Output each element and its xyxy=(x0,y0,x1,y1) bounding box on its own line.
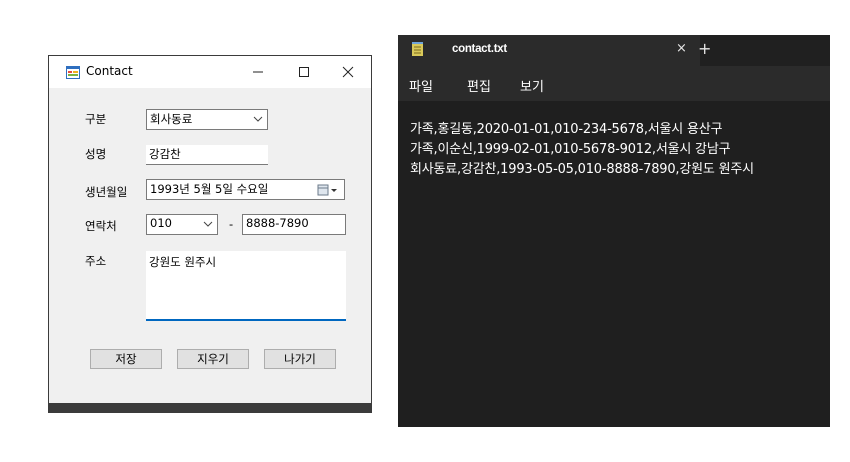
phone-number-input[interactable]: 8888-7890 xyxy=(242,214,346,235)
tab-title: contact.txt xyxy=(452,43,507,55)
close-button[interactable] xyxy=(325,58,371,86)
category-value: 회사동료 xyxy=(150,112,193,126)
address-textarea[interactable]: 강원도 원주시 xyxy=(146,251,346,321)
birthdate-picker[interactable]: 1993년 5월 5일 수요일 xyxy=(146,179,345,200)
maximize-button[interactable] xyxy=(281,58,327,86)
phone-label: 연락처 xyxy=(85,219,117,233)
new-tab-button[interactable]: + xyxy=(698,39,711,58)
tab-close-icon[interactable]: × xyxy=(676,41,687,56)
contact-window-frame: Contact 구분 성명 생년월일 연락처 주소 회사동료 강감찬 1993년… xyxy=(48,55,372,413)
window-title: Contact xyxy=(86,64,133,78)
clear-button[interactable]: 지우기 xyxy=(177,349,249,369)
minimize-icon xyxy=(253,71,263,73)
maximize-icon xyxy=(299,67,309,77)
text-line: 가족,이순신,1999-02-01,010-5678-9012,서울시 강남구 xyxy=(410,142,731,157)
minimize-button[interactable] xyxy=(235,58,281,86)
menu-edit[interactable]: 편집 xyxy=(467,76,491,95)
phone-separator: - xyxy=(229,217,234,231)
category-select[interactable]: 회사동료 xyxy=(146,109,268,130)
birthdate-label: 생년월일 xyxy=(85,185,128,199)
tab-bar: contact.txt × + xyxy=(398,35,830,66)
close-icon xyxy=(342,66,354,78)
name-label: 성명 xyxy=(85,147,107,161)
chevron-down-icon xyxy=(253,116,263,122)
name-input[interactable]: 강감찬 xyxy=(146,145,268,165)
notepad-window: contact.txt × + 파일 편집 보기 가족,홍길동,2020-01-… xyxy=(398,35,830,427)
tab-contact-txt[interactable]: contact.txt × xyxy=(398,35,700,66)
name-value: 강감찬 xyxy=(149,147,181,161)
address-label: 주소 xyxy=(85,254,107,268)
category-label: 구분 xyxy=(85,112,107,126)
phone-prefix-select[interactable]: 010 xyxy=(146,214,218,235)
text-editor[interactable]: 가족,홍길동,2020-01-01,010-234-5678,서울시 용산구 가… xyxy=(398,101,830,427)
save-button[interactable]: 저장 xyxy=(90,349,162,369)
menu-view[interactable]: 보기 xyxy=(520,76,544,95)
address-value: 강원도 원주시 xyxy=(149,255,217,269)
phone-prefix-value: 010 xyxy=(150,216,172,230)
menu-bar: 파일 편집 보기 xyxy=(398,66,830,101)
notepad-file-icon xyxy=(412,42,423,56)
chevron-down-icon xyxy=(203,221,213,227)
phone-number-value: 8888-7890 xyxy=(246,216,309,230)
title-bar[interactable]: Contact xyxy=(49,56,371,88)
exit-button[interactable]: 나가기 xyxy=(264,349,336,369)
menu-file[interactable]: 파일 xyxy=(409,76,433,95)
calendar-dropdown-icon[interactable] xyxy=(317,184,339,196)
text-line: 가족,홍길동,2020-01-01,010-234-5678,서울시 용산구 xyxy=(410,122,723,137)
text-line: 회사동료,강감찬,1993-05-05,010-8888-7890,강원도 원주… xyxy=(410,162,754,177)
birthdate-value: 1993년 5월 5일 수요일 xyxy=(150,182,269,196)
contact-window: Contact 구분 성명 생년월일 연락처 주소 회사동료 강감찬 1993년… xyxy=(49,56,371,403)
app-form-icon xyxy=(66,66,80,79)
